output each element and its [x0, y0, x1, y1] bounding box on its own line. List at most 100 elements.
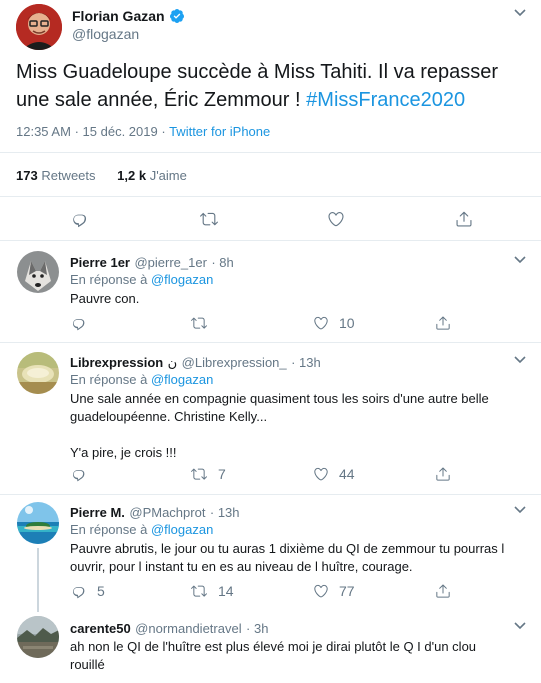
retweet-button[interactable] [199, 210, 219, 228]
avatar[interactable] [17, 616, 59, 658]
like-button[interactable]: 77 [313, 583, 355, 599]
reply-time[interactable]: · 8h [211, 255, 233, 270]
author-avatar[interactable] [16, 4, 62, 50]
divider [0, 152, 541, 153]
retweet-icon [191, 317, 207, 329]
thread-line [37, 548, 39, 612]
avatar-image [17, 352, 59, 394]
avatar[interactable] [17, 352, 59, 394]
retweet-button[interactable]: 14 [190, 583, 234, 599]
likes-stat[interactable]: 1,2 k J'aime [117, 168, 187, 183]
reply-author-name[interactable]: Pierre M. [70, 505, 125, 520]
reply-button[interactable] [71, 210, 89, 228]
avatar-image [17, 251, 59, 293]
reply-author-name[interactable]: Librexpression [70, 355, 163, 370]
share-icon [436, 584, 450, 598]
tweet-date[interactable]: 15 déc. 2019 [83, 124, 158, 139]
avatar[interactable] [17, 251, 59, 293]
reply-prefix: En réponse à [70, 372, 148, 387]
share-button[interactable] [435, 583, 451, 599]
likes-count: 1,2 k [117, 168, 147, 183]
retweets-count: 173 [16, 168, 38, 183]
reply-icon [73, 319, 85, 331]
like-count: 77 [339, 583, 355, 599]
reply-author-handle[interactable]: @Librexpression_ [182, 355, 287, 370]
meta-separator: · [74, 124, 79, 139]
like-button[interactable] [327, 210, 345, 228]
reply-prefix: En réponse à [70, 272, 148, 287]
likes-label: J'aime [149, 168, 187, 183]
reply-button[interactable] [71, 315, 97, 331]
text-line: Une sale année en compagnie quasiment to… [70, 391, 489, 406]
chevron-down-icon[interactable] [514, 622, 526, 630]
retweet-icon [200, 212, 218, 226]
tweet-source[interactable]: Twitter for iPhone [169, 124, 270, 139]
reply-author-handle[interactable]: @normandietravel [135, 621, 241, 636]
like-count: 44 [339, 466, 355, 482]
reply-text: Une sale année en compagnie quasiment to… [70, 390, 489, 462]
author-name[interactable]: Florian Gazan [72, 8, 165, 24]
reply-prefix: En réponse à [70, 522, 148, 537]
text-line: rouillé [70, 657, 105, 672]
chevron-down-icon[interactable] [514, 9, 526, 17]
retweets-stat[interactable]: 173 Retweets [16, 168, 99, 183]
like-icon [314, 584, 328, 598]
reply-to-link[interactable]: @flogazan [151, 372, 213, 387]
reply-author-name[interactable]: Pierre 1er [70, 255, 130, 270]
divider [0, 342, 541, 343]
reply-icon [73, 587, 85, 599]
chevron-down-icon[interactable] [514, 256, 526, 264]
reply-button[interactable] [71, 466, 97, 482]
text-line: guadeloupéenne. Christine Kelly... [70, 409, 268, 424]
like-button[interactable]: 44 [313, 466, 355, 482]
avatar-image [17, 502, 59, 544]
hashtag-link[interactable]: #MissFrance2020 [306, 89, 465, 111]
reply-time[interactable]: · 13h [210, 505, 240, 520]
retweets-label: Retweets [41, 168, 96, 183]
divider [0, 240, 541, 241]
reply-author-handle[interactable]: @PMachprot [129, 505, 205, 520]
chevron-down-icon[interactable] [514, 506, 526, 514]
in-reply-to: En réponse à @flogazan [70, 272, 213, 287]
retweet-icon [191, 585, 207, 597]
text-line: Y'a pire, je crois !!! [70, 445, 177, 460]
retweet-icon [191, 468, 207, 480]
avatar[interactable] [17, 502, 59, 544]
reply-time[interactable]: · 3h [246, 621, 268, 636]
avatar-image [17, 616, 59, 658]
retweet-button[interactable] [190, 315, 218, 331]
verified-badge-icon [169, 9, 184, 23]
divider [0, 494, 541, 495]
reply-button[interactable]: 5 [71, 583, 105, 599]
like-count: 10 [339, 315, 355, 331]
name-glyph: ن [167, 355, 178, 370]
reply-to-link[interactable]: @flogazan [151, 272, 213, 287]
text-line: ah non le QI de l'huître est plus élevé … [70, 639, 477, 654]
reply-text: Pauvre con. [70, 291, 140, 306]
reply-to-link[interactable]: @flogazan [151, 522, 213, 537]
reply-author-handle[interactable]: @pierre_1er [134, 255, 206, 270]
reply-icon [73, 214, 87, 228]
like-button[interactable]: 10 [313, 315, 355, 331]
reply-text: Pauvre abrutis, le jour ou tu auras 1 di… [70, 540, 504, 576]
author-handle[interactable]: @flogazan [72, 26, 139, 42]
meta-separator: · [161, 124, 166, 139]
tweet-meta: 12:35 AM · 15 déc. 2019 · Twitter for iP… [16, 124, 270, 139]
reply-count: 5 [97, 583, 105, 599]
share-button[interactable] [435, 315, 451, 331]
reply-author-name[interactable]: carente50 [70, 621, 131, 636]
chevron-down-icon[interactable] [514, 356, 526, 364]
tweet-time[interactable]: 12:35 AM [16, 124, 71, 139]
share-button[interactable] [435, 466, 451, 482]
text-line: Pauvre abrutis, le jour ou tu auras 1 di… [70, 541, 505, 556]
like-icon [314, 316, 328, 330]
reply-header: Pierre M. @PMachprot · 13h [70, 504, 240, 522]
like-icon [314, 467, 328, 481]
retweet-button[interactable]: 7 [190, 466, 226, 482]
share-button[interactable] [455, 210, 473, 228]
share-icon [436, 467, 450, 481]
tweet-stats: 173 Retweets 1,2 k J'aime [16, 168, 187, 183]
retweet-count: 7 [218, 466, 226, 482]
reply-header: Pierre 1er @pierre_1er · 8h [70, 254, 234, 272]
reply-time[interactable]: · 13h [291, 355, 321, 370]
